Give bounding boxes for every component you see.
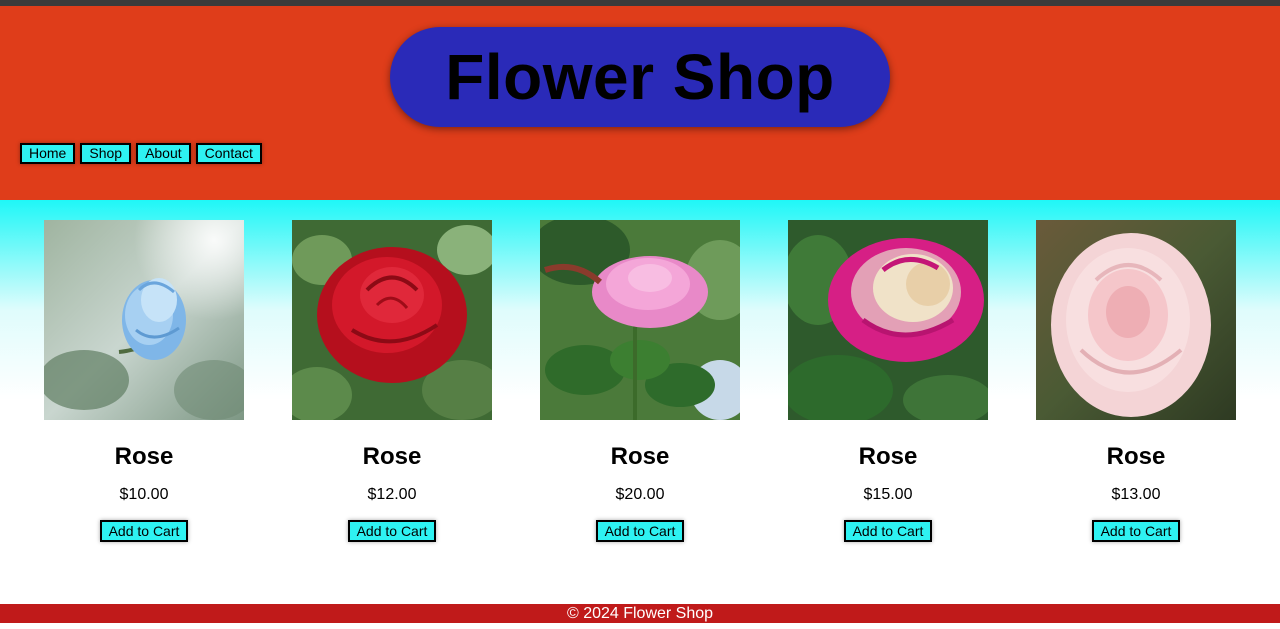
red-rose-image xyxy=(292,220,492,420)
title-banner: Flower Shop xyxy=(390,27,890,127)
product-name: Rose xyxy=(362,443,422,470)
pale-pink-rose-image xyxy=(1036,220,1236,420)
product-name: Rose xyxy=(114,443,174,470)
add-to-cart-button[interactable]: Add to Cart xyxy=(99,520,189,542)
product-grid: Rose $10.00 Add to Cart Rose $12.00 Add … xyxy=(0,200,1280,604)
product-card: Rose $12.00 Add to Cart xyxy=(292,220,492,542)
product-name: Rose xyxy=(1106,443,1166,470)
product-card: Rose $13.00 Add to Cart xyxy=(1036,220,1236,542)
add-to-cart-button[interactable]: Add to Cart xyxy=(843,520,933,542)
product-price: $15.00 xyxy=(863,486,913,503)
copyright-text: © 2024 Flower Shop xyxy=(566,605,714,622)
add-to-cart-button[interactable]: Add to Cart xyxy=(595,520,685,542)
product-name: Rose xyxy=(858,443,918,470)
product-card: Rose $15.00 Add to Cart xyxy=(788,220,988,542)
product-price: $20.00 xyxy=(615,486,665,503)
product-card: Rose $20.00 Add to Cart xyxy=(540,220,740,542)
add-to-cart-button[interactable]: Add to Cart xyxy=(1091,520,1181,542)
product-card: Rose $10.00 Add to Cart xyxy=(44,220,244,542)
nav-shop-button[interactable]: Shop xyxy=(80,143,132,164)
nav-contact-button[interactable]: Contact xyxy=(195,143,262,164)
site-footer: © 2024 Flower Shop xyxy=(0,604,1280,623)
nav-about-button[interactable]: About xyxy=(136,143,191,164)
add-to-cart-button[interactable]: Add to Cart xyxy=(347,520,437,542)
product-price: $10.00 xyxy=(119,486,169,503)
magenta-rose-image xyxy=(788,220,988,420)
site-title: Flower Shop xyxy=(445,41,835,113)
product-price: $13.00 xyxy=(1111,486,1161,503)
product-name: Rose xyxy=(610,443,670,470)
product-price: $12.00 xyxy=(367,486,417,503)
blue-rose-image xyxy=(44,220,244,420)
site-header: Flower Shop Home Shop About Contact xyxy=(0,6,1280,200)
pink-rose-image xyxy=(540,220,740,420)
main-nav: Home Shop About Contact xyxy=(20,143,262,165)
nav-home-button[interactable]: Home xyxy=(20,143,76,164)
